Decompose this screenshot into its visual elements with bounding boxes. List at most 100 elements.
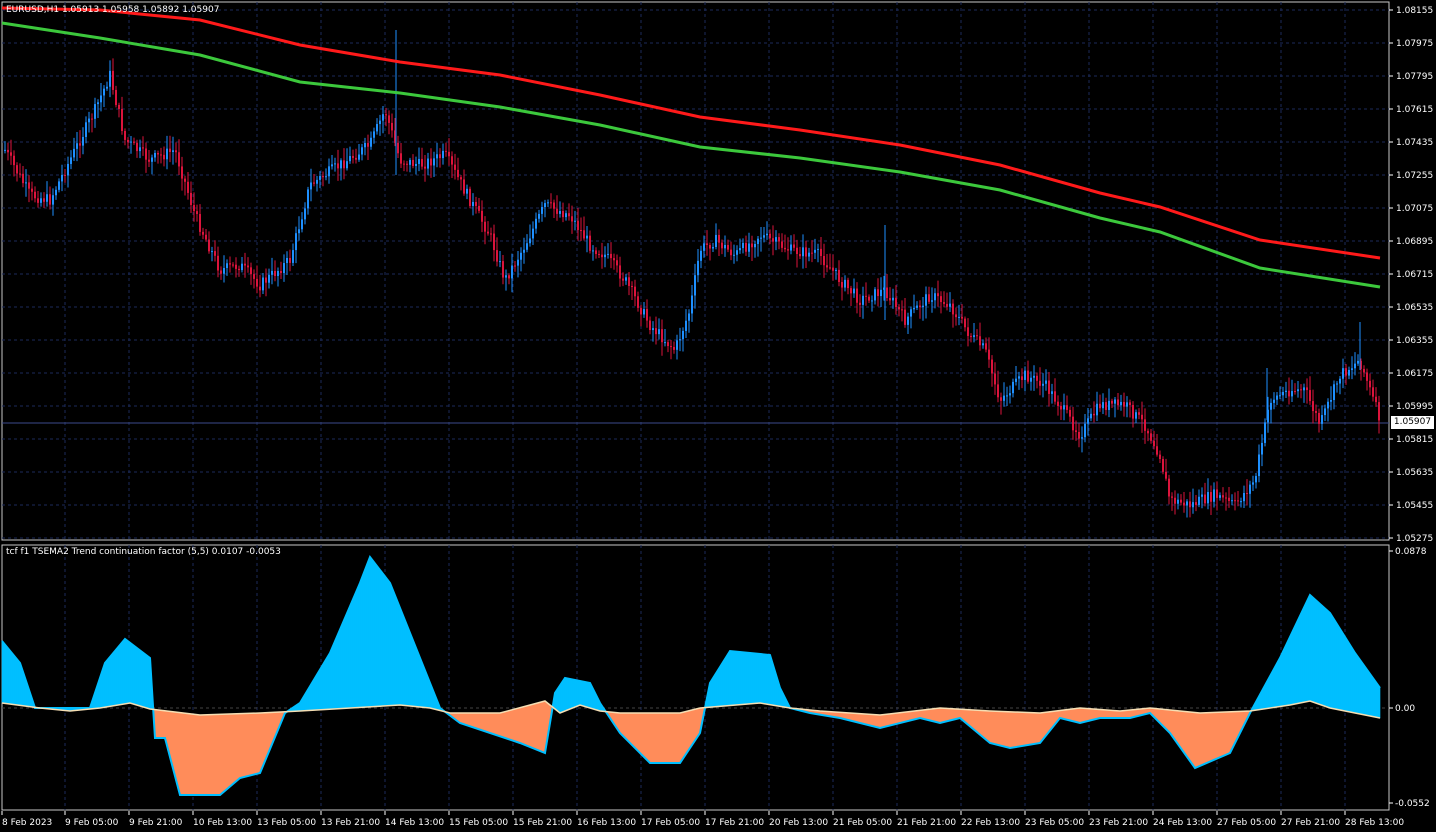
candle-body xyxy=(1246,493,1248,495)
candle-body xyxy=(1132,404,1134,419)
candle-body xyxy=(520,252,522,260)
candle-body xyxy=(463,179,465,194)
candle-body xyxy=(1174,497,1176,504)
candle-body xyxy=(1009,393,1011,396)
candle-body xyxy=(235,264,237,269)
indicator-chart[interactable]: 0.0878 0.00 -0.0552 xyxy=(0,543,1436,812)
candle-body xyxy=(781,241,783,248)
candle-body xyxy=(28,182,30,189)
candle-body xyxy=(523,249,525,253)
candle-body xyxy=(403,163,405,165)
candle-body xyxy=(337,163,339,169)
time-tick-label: 10 Feb 13:00 xyxy=(193,818,252,828)
candle-body xyxy=(295,233,297,251)
candle-body xyxy=(1048,380,1050,394)
candle-body xyxy=(376,124,378,132)
price-tick-label: 1.08155 xyxy=(1396,6,1433,16)
candle-body xyxy=(355,157,357,160)
price-tick-label: 1.07615 xyxy=(1396,105,1433,115)
time-tick-label: 13 Feb 05:00 xyxy=(257,818,316,828)
candle-body xyxy=(184,178,186,182)
candle-body xyxy=(1219,495,1221,498)
candle-body xyxy=(208,239,210,252)
price-tick-label: 1.05815 xyxy=(1396,435,1433,445)
candle-body xyxy=(154,152,156,158)
candle-body xyxy=(865,295,867,297)
candle-body xyxy=(1051,391,1053,394)
candle-body xyxy=(13,155,15,166)
candle-body xyxy=(1228,497,1230,501)
price-chart[interactable]: 1.08155 1.07975 1.07795 1.07615 1.07435 1.072… xyxy=(0,0,1436,543)
candle-body xyxy=(97,102,99,105)
candle-body xyxy=(982,343,984,346)
candle-body xyxy=(1102,402,1104,409)
indicator-panel[interactable]: 0.0878 0.00 -0.0552 tcf f1 TSEMA2 Trend co… xyxy=(0,543,1436,812)
candle-body xyxy=(601,254,603,258)
candle-body xyxy=(1162,459,1164,472)
candle-body xyxy=(976,335,978,337)
candle-body xyxy=(877,289,879,297)
candle-body xyxy=(784,247,786,250)
candle-body xyxy=(169,148,171,152)
candle-body xyxy=(298,229,300,234)
candle-body xyxy=(775,237,777,242)
candle-body xyxy=(46,194,48,202)
candle-body xyxy=(535,218,537,229)
candle-body xyxy=(1309,390,1311,402)
candle-body xyxy=(292,250,294,263)
candle-body xyxy=(1285,390,1287,393)
candle-body xyxy=(1225,497,1227,499)
time-tick-label: 27 Feb 21:00 xyxy=(1281,818,1340,828)
time-tick-label: 9 Feb 21:00 xyxy=(129,818,183,828)
candle-body xyxy=(1204,494,1206,504)
candle-body xyxy=(769,233,771,239)
candle-body xyxy=(922,305,924,308)
candle-body xyxy=(7,149,9,153)
candle-body xyxy=(751,243,753,248)
candle-body xyxy=(139,147,141,152)
candle-body xyxy=(367,143,369,147)
candle-body xyxy=(1063,405,1065,410)
candle-body xyxy=(703,243,705,251)
candle-body xyxy=(391,122,393,131)
candle-body xyxy=(289,257,291,263)
time-tick-label: 21 Feb 21:00 xyxy=(897,818,956,828)
candle-body xyxy=(259,286,261,291)
candle-body xyxy=(1168,478,1170,497)
candle-body xyxy=(247,265,249,268)
candle-body xyxy=(709,244,711,249)
candle-body xyxy=(238,268,240,271)
candle-body xyxy=(1117,399,1119,406)
candle-body xyxy=(121,108,123,131)
candle-body xyxy=(199,214,201,232)
candle-body xyxy=(1258,454,1260,477)
price-tick-label: 1.05995 xyxy=(1396,402,1433,412)
price-tick-label: 1.07255 xyxy=(1396,171,1433,181)
price-tick-label: 1.07435 xyxy=(1396,138,1433,148)
candle-body xyxy=(559,211,561,214)
price-tick-label: 1.06355 xyxy=(1396,336,1433,346)
candle-body xyxy=(502,261,504,278)
candle-body xyxy=(682,330,684,340)
candle-body xyxy=(1021,376,1023,380)
candle-body xyxy=(1015,378,1017,382)
time-tick-label: 17 Feb 05:00 xyxy=(641,818,700,828)
candle-body xyxy=(43,198,45,202)
candle-body xyxy=(4,149,6,151)
candle-body xyxy=(202,231,204,235)
candle-body xyxy=(118,104,120,109)
candle-body xyxy=(1312,401,1314,412)
candle-body xyxy=(469,188,471,206)
candle-body xyxy=(907,316,909,325)
candle-body xyxy=(1330,400,1332,402)
candle-body xyxy=(250,267,252,275)
candle-body xyxy=(613,258,615,261)
candle-body xyxy=(607,253,609,255)
candle-body xyxy=(52,195,54,205)
candle-body xyxy=(1153,440,1155,447)
candle-body xyxy=(586,235,588,239)
candle-body xyxy=(19,173,21,175)
price-chart-panel[interactable]: 1.08155 1.07975 1.07795 1.07615 1.07435 1.072… xyxy=(0,0,1436,543)
candle-body xyxy=(1000,397,1002,401)
candle-body xyxy=(1363,368,1365,373)
